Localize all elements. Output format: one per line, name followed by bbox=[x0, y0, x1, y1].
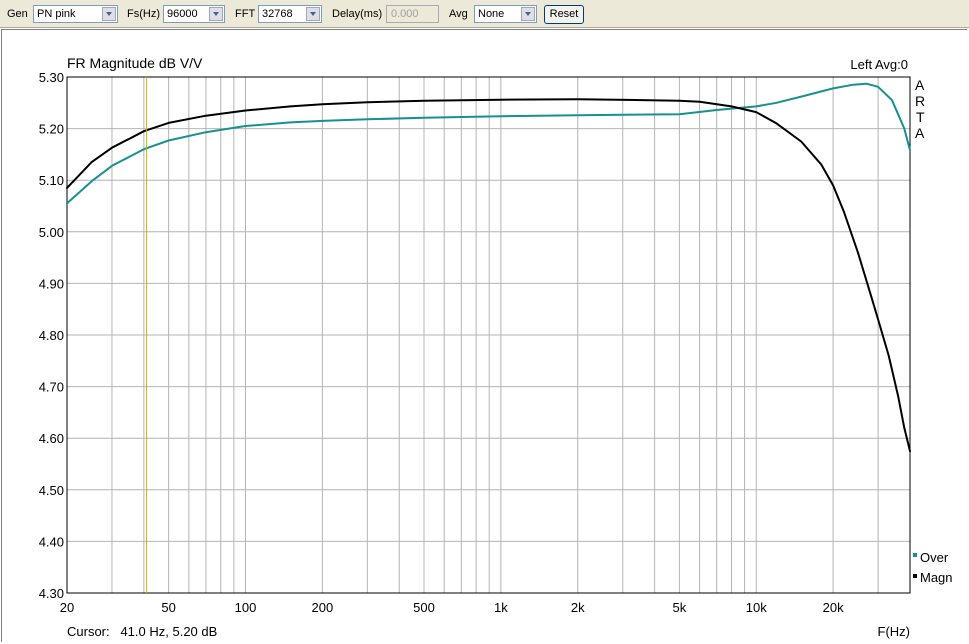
legend-over: Over bbox=[920, 550, 949, 565]
series-lines bbox=[66, 82, 911, 453]
x-tick-label: 5k bbox=[673, 600, 687, 615]
brand-letter-r: R bbox=[915, 93, 925, 109]
y-tick-label: 4.70 bbox=[39, 380, 64, 395]
legend-marker-over bbox=[913, 553, 917, 557]
x-tick-label: 50 bbox=[161, 600, 175, 615]
brand-letter-t: T bbox=[916, 109, 925, 125]
y-tick-label: 4.50 bbox=[39, 483, 64, 498]
fr-chart[interactable]: 4.30 4.40 4.50 4.60 4.70 4.80 4.90 5.00 5.10 5.20… bbox=[0, 0, 969, 644]
y-tick-label: 5.00 bbox=[39, 225, 64, 240]
x-tick-label: 1k bbox=[494, 600, 508, 615]
x-tick-label: 500 bbox=[413, 600, 435, 615]
x-tick-label: 20k bbox=[823, 600, 844, 615]
status-text: Left Avg:0 bbox=[850, 57, 908, 72]
x-tick-label: 100 bbox=[235, 600, 257, 615]
x-axis-label: F(Hz) bbox=[878, 624, 911, 639]
x-tick-labels: 20 50 100 200 500 1k 2k 5k 10k 20k bbox=[60, 600, 844, 615]
y-tick-label: 4.90 bbox=[39, 276, 64, 291]
y-tick-labels: 4.30 4.40 4.50 4.60 4.70 4.80 4.90 5.00 5.10 5.20… bbox=[39, 70, 64, 601]
chart-title: FR Magnitude dB V/V bbox=[67, 55, 203, 71]
x-tick-label: 20 bbox=[60, 600, 74, 615]
legend-magn: Magn bbox=[920, 570, 953, 585]
cursor-readout: Cursor: 41.0 Hz, 5.20 dB bbox=[67, 624, 217, 639]
x-tick-label: 2k bbox=[571, 600, 585, 615]
x-tick-label: 200 bbox=[312, 600, 334, 615]
series-line-magn bbox=[66, 98, 911, 453]
y-tick-label: 5.10 bbox=[39, 173, 64, 188]
series-line-over bbox=[66, 82, 911, 205]
y-tick-label: 4.60 bbox=[39, 431, 64, 446]
y-tick-label: 4.40 bbox=[39, 534, 64, 549]
y-tick-label: 4.30 bbox=[39, 586, 64, 601]
legend-marker-magn bbox=[913, 574, 917, 578]
y-tick-label: 4.80 bbox=[39, 328, 64, 343]
x-tick-label: 10k bbox=[746, 600, 767, 615]
y-tick-label: 5.30 bbox=[39, 70, 64, 85]
y-tick-label: 5.20 bbox=[39, 122, 64, 137]
brand-letter-a1: A bbox=[915, 77, 925, 93]
grid bbox=[67, 76, 910, 594]
brand-letter-a2: A bbox=[915, 125, 925, 141]
